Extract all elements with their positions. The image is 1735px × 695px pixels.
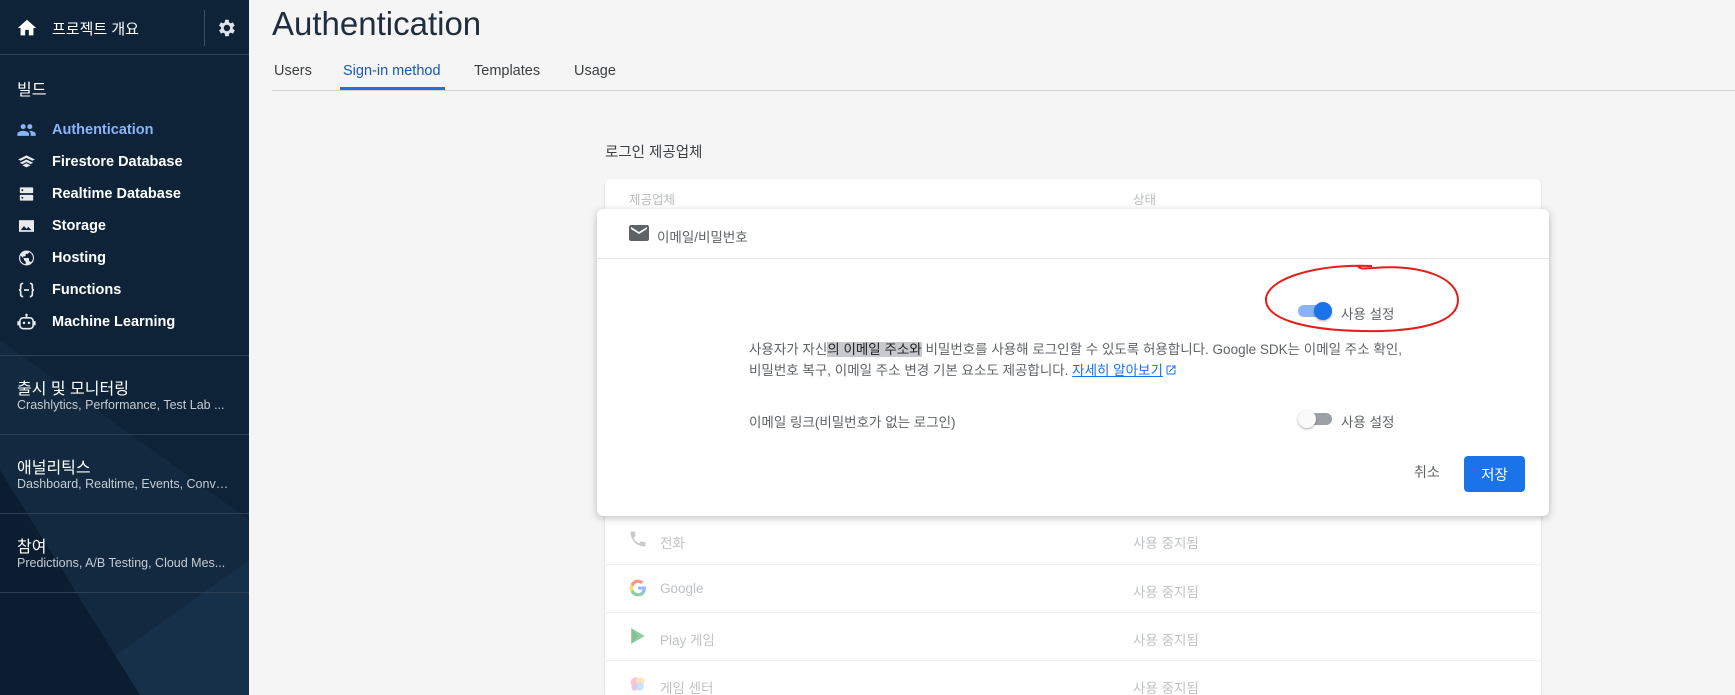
image-icon — [19, 220, 34, 232]
description-highlight: 의 이메일 주소와 — [827, 342, 922, 357]
provider-row-phone[interactable]: 전화 사용 중지됨 — [605, 516, 1541, 564]
firestore-icon — [18, 155, 35, 168]
tab-usage[interactable]: Usage — [574, 63, 616, 79]
email-password-config-panel: 이메일/비밀번호 사용 설정 사용자가 자신의 이메일 주소와 비밀번호를 사용… — [597, 209, 1549, 516]
tab-users[interactable]: Users — [274, 63, 312, 79]
sidebar-item-label: Authentication — [52, 122, 154, 138]
tab-templates[interactable]: Templates — [474, 63, 540, 79]
tab-bar: Users Sign-in method Templates Usage — [272, 56, 1735, 91]
sidebar-group-release-title[interactable]: 출시 및 모니터링 — [17, 375, 129, 399]
database-icon — [19, 187, 34, 201]
home-icon[interactable] — [16, 17, 38, 39]
provider-name: Google — [660, 581, 704, 596]
tab-sign-in-method[interactable]: Sign-in method — [343, 63, 441, 79]
sidebar-group-analytics-title[interactable]: 애널리틱스 — [17, 454, 91, 478]
sidebar-item-label: Realtime Database — [52, 186, 181, 202]
sidebar-divider — [0, 513, 249, 514]
sidebar-item-authentication[interactable]: Authentication — [0, 114, 249, 146]
header-divider — [204, 10, 205, 46]
email-link-enable-toggle[interactable] — [1298, 410, 1334, 428]
description-text: 사용자가 자신 — [749, 342, 828, 357]
panel-title: 이메일/비밀번호 — [657, 230, 748, 245]
provider-row-google[interactable]: Google 사용 중지됨 — [605, 564, 1541, 612]
sidebar-item-label: Machine Learning — [52, 314, 176, 330]
globe-icon — [19, 250, 34, 266]
project-overview-link[interactable]: 프로젝트 개요 — [52, 18, 139, 39]
provider-row-game-center[interactable]: 게임 센터 사용 중지됨 — [605, 660, 1541, 695]
cancel-button[interactable]: 취소 — [1414, 462, 1440, 482]
provider-row-play-games[interactable]: Play 게임 사용 중지됨 — [605, 612, 1541, 660]
provider-name: 게임 센터 — [660, 681, 714, 695]
email-link-label: 이메일 링크(비밀번호가 없는 로그인) — [749, 415, 956, 430]
sidebar-background-pattern — [0, 340, 249, 695]
robot-icon — [17, 313, 36, 330]
provider-status: 사용 중지됨 — [1133, 681, 1199, 695]
sidebar-group-engage-subtitle: Predictions, A/B Testing, Cloud Mes... — [17, 556, 226, 570]
sidebar-group-analytics-subtitle: Dashboard, Realtime, Events, Conve... — [17, 477, 232, 491]
play-games-icon — [631, 628, 645, 644]
sidebar-item-storage[interactable]: Storage — [0, 210, 249, 242]
people-icon — [17, 124, 36, 136]
sidebar-item-realtime-database[interactable]: Realtime Database — [0, 178, 249, 210]
gear-icon[interactable] — [215, 17, 237, 39]
functions-icon — [18, 282, 35, 298]
providers-heading: 로그인 제공업체 — [605, 145, 703, 161]
page-title: Authentication — [272, 5, 482, 42]
email-password-enable-toggle[interactable] — [1296, 302, 1332, 320]
sidebar-divider — [0, 355, 249, 356]
mail-icon — [629, 225, 649, 241]
panel-header: 이메일/비밀번호 — [597, 209, 1549, 259]
game-center-icon — [630, 677, 645, 691]
sidebar-divider — [0, 592, 249, 593]
provider-name: 전화 — [660, 536, 685, 551]
provider-status: 사용 중지됨 — [1133, 585, 1199, 600]
sidebar-item-label: Hosting — [52, 250, 106, 266]
build-section-title: 빌드 — [17, 82, 47, 99]
provider-name: Play 게임 — [660, 633, 715, 648]
save-button[interactable]: 저장 — [1464, 456, 1525, 492]
sidebar: 프로젝트 개요 빌드 Authentication Firestore Data… — [0, 0, 249, 695]
sidebar-item-firestore[interactable]: Firestore Database — [0, 146, 249, 178]
sidebar-item-hosting[interactable]: Hosting — [0, 242, 249, 274]
provider-status: 사용 중지됨 — [1133, 633, 1199, 648]
provider-status: 사용 중지됨 — [1133, 536, 1199, 551]
sidebar-item-label: Storage — [52, 218, 106, 234]
sidebar-group-release-subtitle: Crashlytics, Performance, Test Lab ... — [17, 398, 225, 412]
open-in-new-icon — [1166, 365, 1176, 375]
sidebar-item-label: Firestore Database — [52, 154, 183, 170]
google-icon — [629, 579, 646, 597]
phone-icon — [630, 531, 646, 547]
provider-description: 사용자가 자신의 이메일 주소와 비밀번호를 사용해 로그인할 수 있도록 허용… — [749, 339, 1409, 381]
column-header-provider: 제공업체 — [629, 193, 676, 207]
email-password-enable-label: 사용 설정 — [1341, 307, 1395, 322]
learn-more-text: 자세히 알아보기 — [1072, 363, 1163, 378]
email-link-enable-label: 사용 설정 — [1341, 415, 1395, 430]
toggle-knob — [1314, 302, 1332, 320]
sidebar-divider — [0, 434, 249, 435]
sidebar-item-functions[interactable]: Functions — [0, 274, 249, 306]
learn-more-link[interactable]: 자세히 알아보기 — [1072, 363, 1177, 378]
active-tab-indicator — [340, 87, 445, 90]
column-header-status: 상태 — [1133, 193, 1157, 207]
sidebar-header: 프로젝트 개요 — [0, 0, 249, 55]
sidebar-item-machine-learning[interactable]: Machine Learning — [0, 306, 249, 338]
sidebar-group-engage-title[interactable]: 참여 — [17, 533, 46, 557]
sidebar-item-label: Functions — [52, 282, 122, 298]
toggle-knob — [1298, 410, 1316, 428]
